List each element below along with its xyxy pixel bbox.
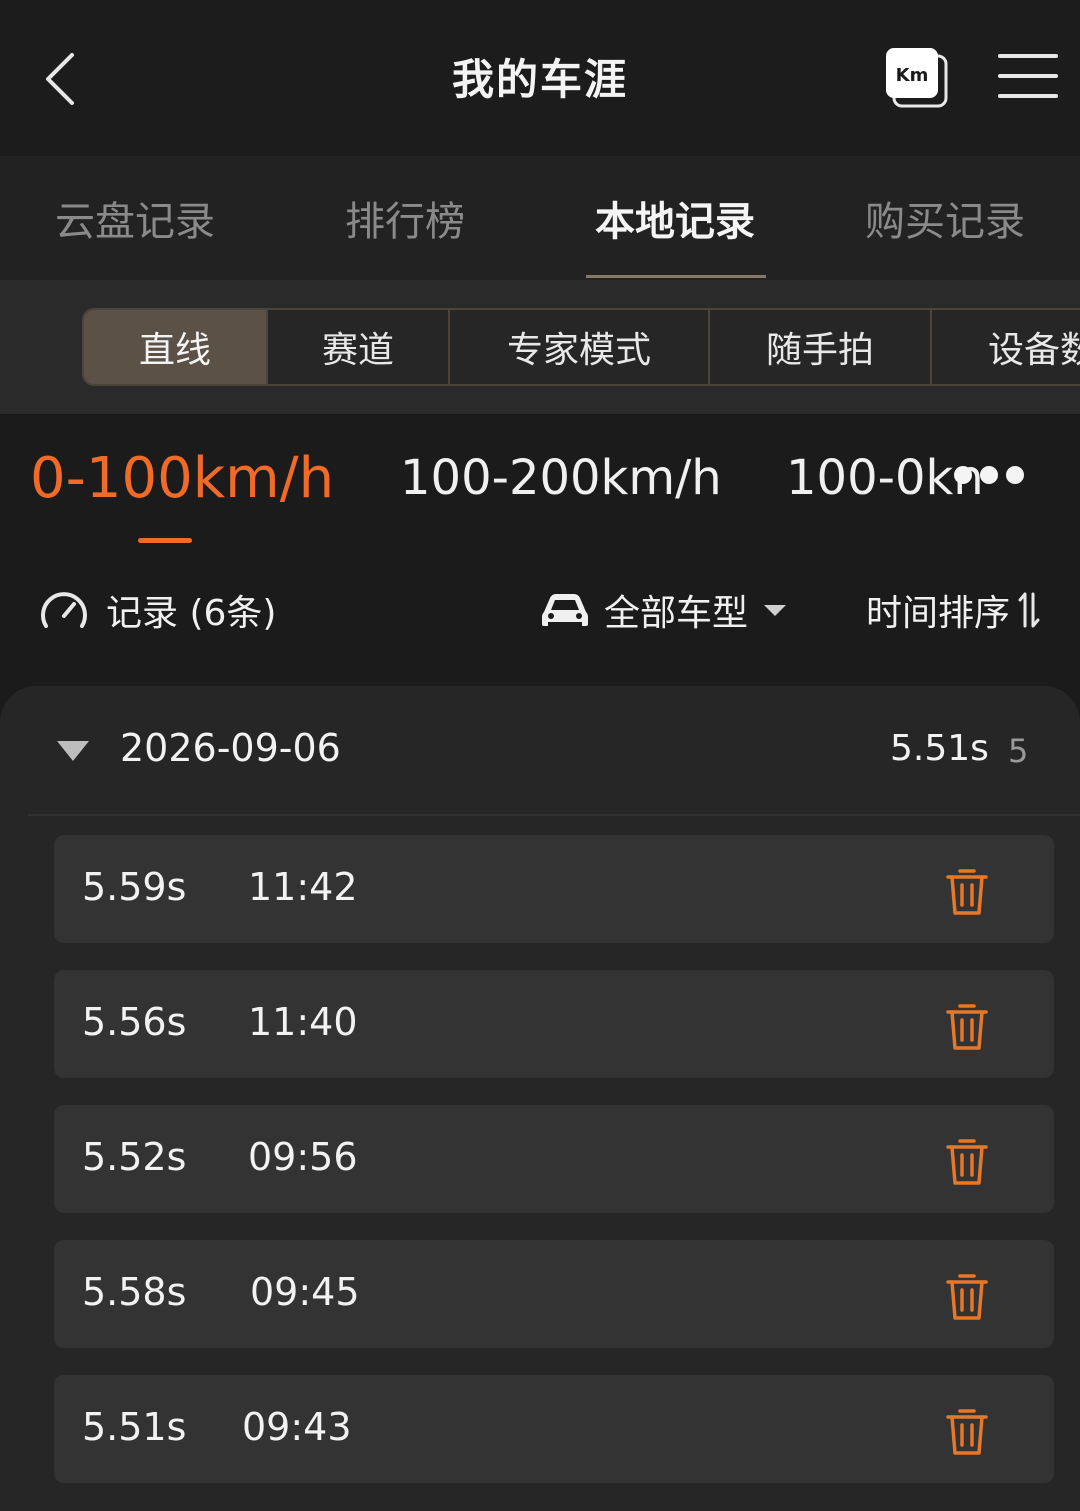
segment-quick-shot[interactable]: 随手拍	[710, 310, 932, 384]
segment-straight-line[interactable]: 直线	[84, 310, 268, 384]
speed-range-tabs: 0-100km/h 100-200km/h 100-0kn	[0, 414, 1080, 554]
date-group-card: 2026-09-06 5.51s 5 5.59s 11:42 5.56s 11:…	[0, 686, 1080, 1511]
car-type-label: 全部车型	[604, 593, 749, 634]
segment-device-data[interactable]: 设备数	[932, 310, 1080, 384]
mode-segment-bar: 直线 赛道 专家模式 随手拍 设备数	[0, 280, 1080, 414]
tab-leaderboard[interactable]: 排行榜	[270, 156, 540, 280]
car-icon	[542, 594, 588, 626]
active-speed-indicator	[138, 538, 192, 543]
tab-cloud-records[interactable]: 云盘记录	[0, 156, 270, 280]
group-best-time: 5.51s	[890, 728, 989, 769]
more-options-button[interactable]	[954, 466, 1024, 484]
tab-purchase-records[interactable]: 购买记录	[810, 156, 1080, 280]
record-row[interactable]: 5.59s 11:42	[54, 835, 1054, 943]
record-time: 5.56s	[82, 1000, 187, 1044]
tab-label: 购买记录	[865, 199, 1025, 245]
mode-segmented-control: 直线 赛道 专家模式 随手拍 设备数	[82, 308, 1080, 386]
tab-local-records[interactable]: 本地记录	[540, 156, 810, 280]
trash-icon[interactable]	[942, 1270, 992, 1322]
sort-arrows-icon	[1018, 592, 1040, 628]
record-count: 记录 (6条)	[38, 584, 276, 636]
record-clock: 11:40	[248, 1000, 358, 1044]
menu-button[interactable]	[996, 50, 1062, 106]
tab-label: 云盘记录	[55, 199, 215, 245]
record-clock: 09:56	[248, 1135, 358, 1179]
car-type-filter[interactable]: 全部车型	[540, 584, 788, 636]
record-clock: 09:43	[242, 1405, 352, 1449]
record-clock: 11:42	[248, 865, 358, 909]
sort-label: 时间排序	[866, 593, 1011, 634]
segment-expert-mode[interactable]: 专家模式	[450, 310, 710, 384]
top-app-bar: 我的车涯 Km	[0, 0, 1080, 156]
caret-down-filled-icon	[57, 741, 89, 761]
trash-icon[interactable]	[942, 865, 992, 917]
filter-bar: 记录 (6条) 全部车型 时间排序	[0, 554, 1080, 664]
record-time: 5.52s	[82, 1135, 187, 1179]
record-row[interactable]: 5.52s 09:56	[54, 1105, 1054, 1213]
record-clock: 09:45	[250, 1270, 360, 1314]
trash-icon[interactable]	[942, 1000, 992, 1052]
speed-tab-0-100[interactable]: 0-100km/h	[30, 446, 334, 511]
hamburger-menu-icon	[998, 54, 1058, 98]
time-sort-button[interactable]: 时间排序	[866, 584, 1040, 636]
tab-label: 本地记录	[595, 199, 755, 245]
group-record-count: 5	[1008, 732, 1029, 770]
trash-icon[interactable]	[942, 1405, 992, 1457]
record-time: 5.59s	[82, 865, 187, 909]
caret-down-icon	[764, 605, 787, 616]
record-time: 5.51s	[82, 1405, 187, 1449]
unit-toggle-button[interactable]: Km	[884, 46, 950, 112]
record-time: 5.58s	[82, 1270, 187, 1314]
active-tab-indicator	[586, 275, 766, 278]
dot	[980, 466, 998, 484]
main-tab-bar: 云盘记录 排行榜 本地记录 购买记录	[0, 156, 1080, 280]
speedometer-icon	[41, 592, 87, 628]
km-label: Km	[896, 65, 929, 86]
dot	[954, 466, 972, 484]
record-row[interactable]: 5.58s 09:45	[54, 1240, 1054, 1348]
record-row[interactable]: 5.56s 11:40	[54, 970, 1054, 1078]
record-row[interactable]: 5.51s 09:43	[54, 1375, 1054, 1483]
km-toggle-icon: Km	[886, 48, 948, 108]
group-date: 2026-09-06	[120, 726, 341, 770]
record-count-label: 记录 (6条)	[106, 593, 277, 634]
trash-icon[interactable]	[942, 1135, 992, 1187]
segment-track[interactable]: 赛道	[268, 310, 450, 384]
tab-label: 排行榜	[345, 199, 465, 245]
dot	[1006, 466, 1024, 484]
speed-tab-100-200[interactable]: 100-200km/h	[400, 450, 722, 506]
date-group-header[interactable]: 2026-09-06 5.51s 5	[28, 686, 1080, 816]
